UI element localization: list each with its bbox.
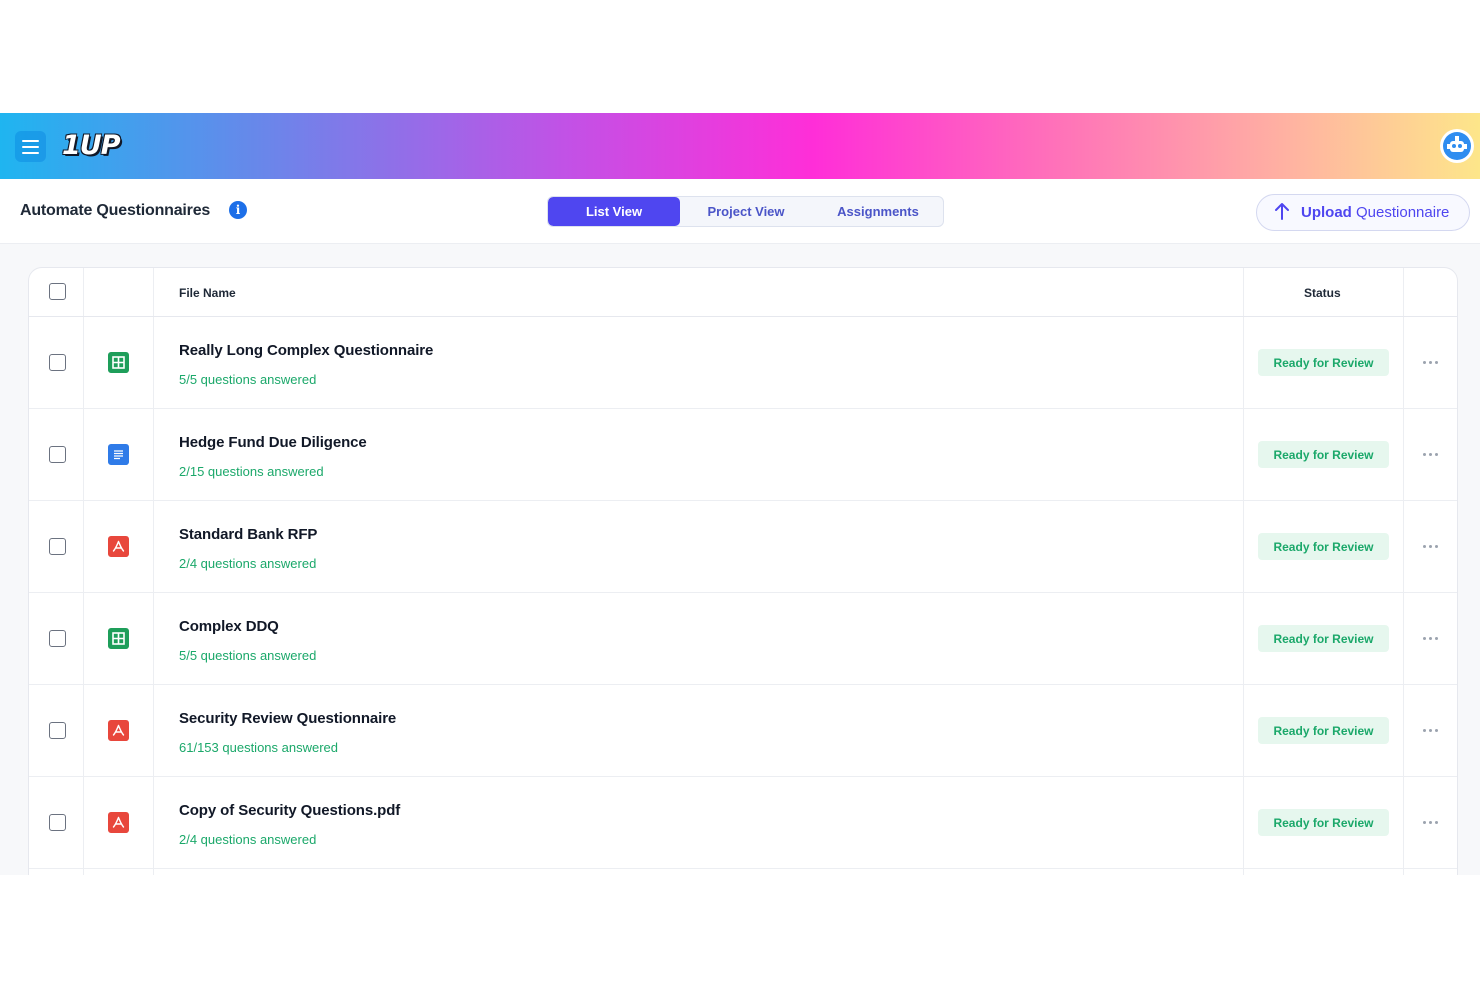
column-header-status[interactable]: Status xyxy=(1304,286,1341,300)
status-badge: Ready for Review xyxy=(1258,625,1389,652)
questions-answered: 2/15 questions answered xyxy=(179,464,324,479)
more-options-icon[interactable] xyxy=(1419,628,1441,648)
page-header: Automate Questionnaires i List View Proj… xyxy=(0,179,1480,244)
app-logo[interactable]: 1UP xyxy=(62,131,120,161)
status-badge: Ready for Review xyxy=(1258,533,1389,560)
table-row[interactable]: Security Review Questionnaire 61/153 que… xyxy=(29,685,1457,777)
status-badge: Ready for Review xyxy=(1258,349,1389,376)
spreadsheet-icon xyxy=(108,628,129,649)
table-row[interactable]: Complex DDQ 5/5 questions answered Ready… xyxy=(29,593,1457,685)
top-navigation-bar: 1UP xyxy=(0,113,1480,179)
more-options-icon[interactable] xyxy=(1419,812,1441,832)
row-checkbox[interactable] xyxy=(49,446,66,463)
view-switcher: List View Project View Assignments xyxy=(547,196,944,227)
table-row[interactable]: Hedge Fund Due Diligence 2/15 questions … xyxy=(29,409,1457,501)
table-row[interactable]: Really Long Complex Questionnaire 5/5 qu… xyxy=(29,317,1457,409)
table-header: File Name Status xyxy=(29,268,1457,317)
questions-answered: 5/5 questions answered xyxy=(179,372,317,387)
row-checkbox[interactable] xyxy=(49,722,66,739)
upload-questionnaire-button[interactable]: Upload Questionnaire xyxy=(1256,194,1470,231)
questionnaire-table: File Name Status Really Long Complex Que… xyxy=(28,267,1458,875)
tab-list-view[interactable]: List View xyxy=(548,197,680,226)
table-row[interactable]: Copy of Security Questions.pdf 2/4 quest… xyxy=(29,777,1457,869)
document-icon xyxy=(108,444,129,465)
info-icon[interactable]: i xyxy=(229,201,247,219)
file-name[interactable]: Complex DDQ xyxy=(179,618,279,635)
questions-answered: 5/5 questions answered xyxy=(179,648,317,663)
file-name[interactable]: Standard Bank RFP xyxy=(179,526,317,543)
more-options-icon[interactable] xyxy=(1419,536,1441,556)
row-checkbox[interactable] xyxy=(49,354,66,371)
status-badge: Ready for Review xyxy=(1258,809,1389,836)
spreadsheet-icon xyxy=(108,352,129,373)
more-options-icon[interactable] xyxy=(1419,352,1441,372)
bot-avatar-icon[interactable] xyxy=(1440,129,1474,163)
questions-answered: 2/4 questions answered xyxy=(179,832,317,847)
pdf-icon xyxy=(108,536,129,557)
status-badge: Ready for Review xyxy=(1258,717,1389,744)
questions-answered: 61/153 questions answered xyxy=(179,740,339,755)
questions-answered: 2/4 questions answered xyxy=(179,556,317,571)
file-name[interactable]: Copy of Security Questions.pdf xyxy=(179,802,400,819)
status-badge: Ready for Review xyxy=(1258,441,1389,468)
hamburger-menu-icon[interactable] xyxy=(15,131,46,162)
app-window: 1UP Automate Questionnaires i List View … xyxy=(0,113,1480,875)
tab-assignments[interactable]: Assignments xyxy=(812,197,943,226)
select-all-checkbox[interactable] xyxy=(49,283,66,300)
arrow-up-icon xyxy=(1274,202,1290,224)
more-options-icon[interactable] xyxy=(1419,444,1441,464)
table-row[interactable]: Standard Bank RFP 2/4 questions answered… xyxy=(29,501,1457,593)
file-name[interactable]: Hedge Fund Due Diligence xyxy=(179,434,367,451)
upload-label: Upload Questionnaire xyxy=(1301,204,1450,221)
page-title: Automate Questionnaires xyxy=(20,202,211,219)
column-header-file-name[interactable]: File Name xyxy=(179,286,236,300)
pdf-icon xyxy=(108,812,129,833)
row-checkbox[interactable] xyxy=(49,630,66,647)
file-name[interactable]: Security Review Questionnaire xyxy=(179,710,396,727)
more-options-icon[interactable] xyxy=(1419,720,1441,740)
file-name[interactable]: Really Long Complex Questionnaire xyxy=(179,342,433,359)
tab-project-view[interactable]: Project View xyxy=(680,197,812,226)
row-checkbox[interactable] xyxy=(49,538,66,555)
pdf-icon xyxy=(108,720,129,741)
row-checkbox[interactable] xyxy=(49,814,66,831)
